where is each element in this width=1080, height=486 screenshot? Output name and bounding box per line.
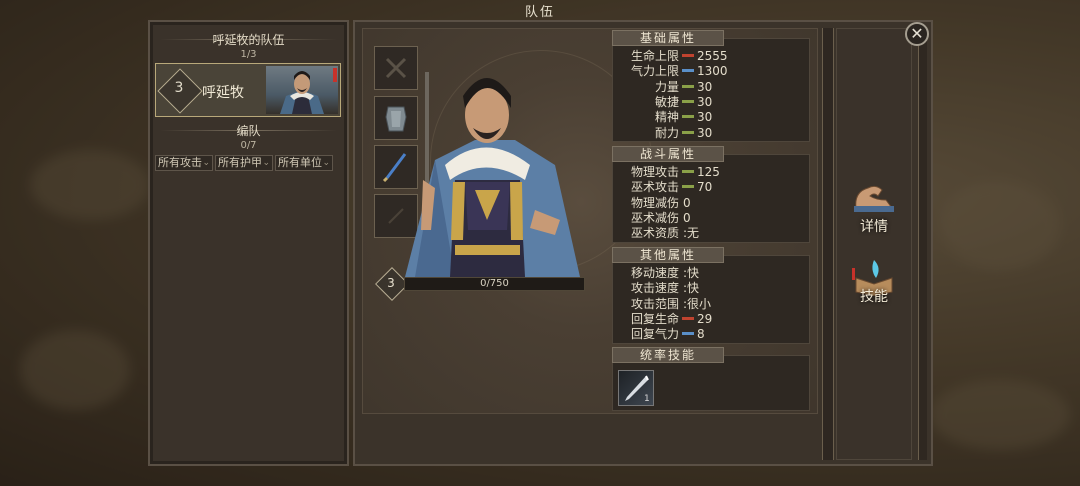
chevron-down-icon: ⌄ <box>262 158 270 168</box>
stat-label: 气力上限 <box>630 64 679 79</box>
stat-row: 攻击速度 :快 <box>627 281 699 295</box>
window-title: 队伍 <box>524 5 555 20</box>
team-panel: 呼延牧的队伍 1/3 3 呼延牧 编队 0/7 所有攻击 ⌄ 所有护甲 ⌄ 所有单位… <box>148 20 349 466</box>
stat-bar <box>682 170 694 173</box>
hero-portrait <box>405 78 580 277</box>
formation-count: 0/7 <box>240 140 257 151</box>
stat-row: 攻击范围 :很小 <box>627 297 711 311</box>
stat-label: 回复气力 <box>630 327 679 342</box>
skill-count: 1 <box>644 394 650 404</box>
stat-bar <box>682 316 694 320</box>
stat-bar <box>682 130 694 134</box>
stat-bar <box>682 115 694 119</box>
attack-filter-dropdown[interactable]: 所有攻击 ⌄ <box>155 155 213 171</box>
stat-label: 耐力 <box>654 125 679 140</box>
stat-label: 回复生命 <box>630 311 679 326</box>
stat-value: :很小 <box>683 296 712 311</box>
skills-tab[interactable]: 技能 <box>846 256 902 308</box>
armor-filter-dropdown[interactable]: 所有护甲 ⌄ <box>215 155 273 171</box>
stat-value: :快 <box>683 281 700 296</box>
stat-row: 巫术减伤 0 <box>627 211 691 225</box>
stat-value: :快 <box>683 266 700 280</box>
stat-value: 29 <box>697 311 713 326</box>
stat-value: 8 <box>697 327 705 342</box>
stat-row: 生命上限 2555 <box>627 49 728 63</box>
stat-label: 巫术资质 <box>630 226 679 241</box>
stat-bar <box>682 99 694 103</box>
stat-label: 攻击速度 <box>630 281 679 296</box>
stat-value: 30 <box>697 110 713 125</box>
flexed-arm-icon <box>854 185 894 212</box>
combat-attributes-header: 战斗属性 <box>612 146 724 162</box>
panel-divider <box>822 28 834 460</box>
stat-row: 回复生命 29 <box>627 312 712 326</box>
stat-row: 移动速度 :快 <box>627 266 699 280</box>
close-icon: ✕ <box>910 24 924 43</box>
character-level: 3 <box>387 276 395 290</box>
stat-label: 物理减伤 <box>630 195 679 210</box>
stat-label: 攻击范围 <box>630 296 679 311</box>
chevron-down-icon: ⌄ <box>202 158 210 168</box>
stat-value: 2555 <box>697 49 728 63</box>
hero-card[interactable]: 3 呼延牧 <box>155 63 341 117</box>
stat-bar <box>682 54 694 57</box>
stat-label: 巫术攻击 <box>630 180 679 195</box>
stat-row: 敏捷 30 <box>627 95 712 109</box>
stat-label: 力量 <box>654 79 679 94</box>
experience-text: 0/750 <box>480 278 509 289</box>
stat-label: 生命上限 <box>630 49 679 63</box>
stat-value: 30 <box>697 125 713 140</box>
stat-value: :无 <box>683 226 700 241</box>
stat-row: 精神 30 <box>627 110 712 124</box>
stat-value: 30 <box>697 94 713 109</box>
stat-row: 回复气力 8 <box>627 327 705 341</box>
stat-bar <box>682 69 694 73</box>
stat-label: 巫术减伤 <box>630 210 679 225</box>
stat-label: 敏捷 <box>654 94 679 109</box>
stat-label: 物理攻击 <box>630 165 679 179</box>
alert-marker-icon <box>333 68 337 82</box>
hero-card-level: 3 <box>174 80 184 96</box>
other-attributes-header: 其他属性 <box>612 247 724 263</box>
details-tab-label: 详情 <box>860 219 888 235</box>
stat-row: 耐力 30 <box>627 126 712 140</box>
stat-row: 物理攻击 125 <box>627 165 720 179</box>
stat-value: 0 <box>683 210 691 225</box>
stat-label: 移动速度 <box>630 266 679 280</box>
team-count: 1/3 <box>240 49 257 60</box>
stat-row: 物理减伤 0 <box>627 196 691 210</box>
details-tab[interactable]: 详情 <box>846 178 902 235</box>
close-button[interactable]: ✕ <box>905 22 929 46</box>
stat-label: 精神 <box>654 110 679 125</box>
stat-value: 125 <box>697 165 720 179</box>
unit-filter-dropdown[interactable]: 所有单位 ⌄ <box>275 155 333 171</box>
stat-bar <box>682 185 694 189</box>
team-name: 呼延牧的队伍 <box>212 33 285 47</box>
stat-value: 30 <box>697 79 713 94</box>
stat-bar <box>682 332 694 336</box>
side-tab-bar <box>836 28 912 460</box>
hero-thumbnail <box>266 66 338 114</box>
stat-row: 气力上限 1300 <box>627 64 728 78</box>
stat-value: 70 <box>697 180 713 195</box>
panel-edge <box>918 28 927 460</box>
basic-attributes-header: 基础属性 <box>612 30 724 46</box>
stat-row: 力量 30 <box>627 80 712 94</box>
skills-tab-label: 技能 <box>860 289 888 305</box>
stat-value: 1300 <box>697 64 728 79</box>
experience-bar: 0/750 <box>404 277 585 291</box>
formation-label: 编队 <box>236 124 261 138</box>
stat-value: 0 <box>683 195 691 210</box>
chevron-down-icon: ⌄ <box>322 158 330 168</box>
stat-bar <box>682 84 694 88</box>
stat-row: 巫术资质 :无 <box>627 226 699 240</box>
filter-row: 所有攻击 ⌄ 所有护甲 ⌄ 所有单位 ⌄ <box>155 155 333 171</box>
command-skills-header: 统率技能 <box>612 347 724 363</box>
stat-row: 巫术攻击 70 <box>627 180 712 194</box>
hero-card-name: 呼延牧 <box>202 85 244 101</box>
